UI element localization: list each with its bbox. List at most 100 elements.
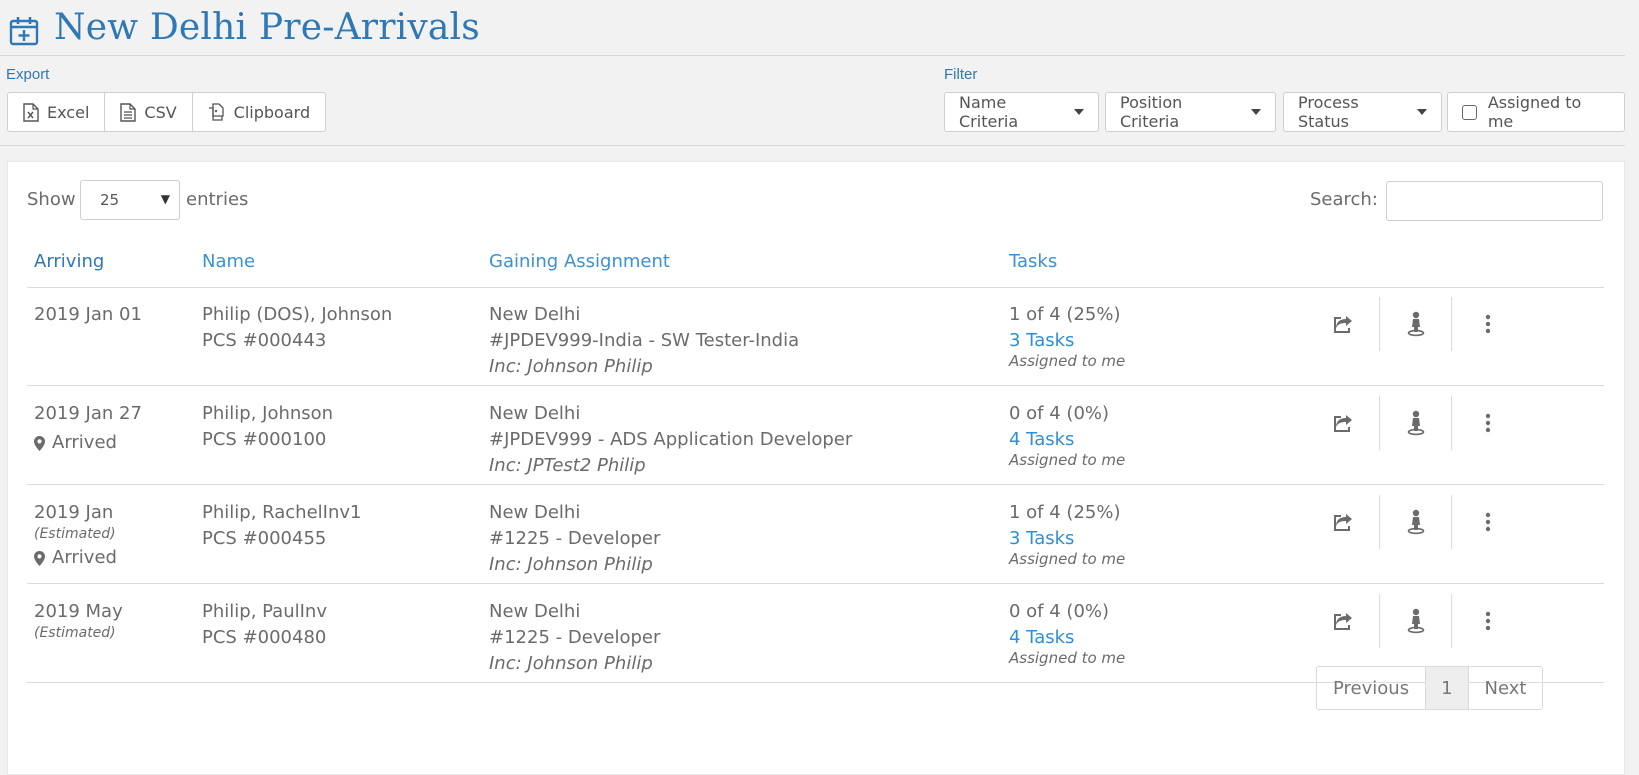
search-label: Search: (1310, 189, 1378, 210)
task-progress: 1 of 4 (25%) (1009, 304, 1121, 325)
name-cell: Philip, Johnson PCS #000100 (202, 401, 333, 453)
incumbent: Inc: Johnson Philip (489, 653, 653, 674)
csv-file-icon (120, 102, 137, 122)
more-vertical-icon[interactable] (1451, 297, 1523, 351)
search-input[interactable] (1386, 181, 1603, 221)
tasks-link[interactable]: 4 Tasks (1009, 625, 1125, 651)
position: #JPDEV999 - ADS Application Developer (489, 429, 853, 450)
caret-down-icon (1074, 109, 1084, 115)
column-header-gaining-assignment[interactable]: Gaining Assignment (489, 251, 670, 272)
pcs-number: PCS #000455 (202, 528, 327, 549)
column-header-name[interactable]: Name (202, 251, 255, 272)
tasks-link[interactable]: 4 Tasks (1009, 427, 1125, 453)
row-actions (1307, 495, 1523, 549)
page-length-select[interactable]: 25 ▼ (80, 180, 180, 220)
assigned-checkbox[interactable] (1462, 104, 1477, 120)
row-actions (1307, 594, 1523, 648)
person-marker-icon[interactable] (1379, 297, 1451, 351)
person-marker-icon[interactable] (1379, 396, 1451, 450)
share-icon[interactable] (1307, 297, 1379, 351)
csv-button[interactable]: CSV (105, 93, 193, 131)
export-button-group: Excel CSV Clipboard (7, 92, 327, 132)
more-vertical-icon[interactable] (1451, 495, 1523, 549)
tasks-cell: 0 of 4 (0%) 4 Tasks Assigned to me (1009, 599, 1126, 667)
position-criteria-label: Position Criteria (1120, 93, 1183, 131)
select-arrow-icon: ▼ (160, 192, 170, 206)
arrived-label: Arrived (52, 432, 117, 453)
gaining-assignment-cell: New Delhi #JPDEV999-India - SW Tester-In… (489, 302, 799, 380)
task-progress: 1 of 4 (25%) (1009, 502, 1121, 523)
process-status-dropdown[interactable]: Process Status (1283, 92, 1442, 132)
csv-label: CSV (144, 102, 177, 122)
map-pin-icon (34, 435, 45, 451)
assigned-note: Assigned to me (1009, 649, 1126, 667)
row-actions (1307, 297, 1523, 351)
process-status-label: Process Status (1298, 93, 1359, 131)
next-page-button[interactable]: Next (1469, 667, 1543, 709)
map-pin-icon (34, 550, 45, 566)
share-icon[interactable] (1307, 495, 1379, 549)
name-cell: Philip (DOS), Johnson PCS #000443 (202, 302, 392, 354)
more-vertical-icon[interactable] (1451, 396, 1523, 450)
person-marker-icon[interactable] (1379, 594, 1451, 648)
table-row: 2019 Jan 01 Philip (DOS), Johnson PCS #0… (27, 287, 1604, 386)
name-criteria-dropdown[interactable]: Name Criteria (944, 92, 1099, 132)
excel-file-icon (23, 102, 39, 122)
arriving-cell: 2019 Jan (Estimated) Arrived (34, 500, 117, 571)
excel-button[interactable]: Excel (8, 93, 106, 131)
arriving-date: 2019 Jan 01 (34, 304, 142, 325)
person-marker-icon[interactable] (1379, 495, 1451, 549)
gaining-assignment-cell: New Delhi #1225 - Developer Inc: Johnson… (489, 500, 660, 578)
arriving-cell: 2019 Jan 27 Arrived (34, 401, 142, 456)
arrived-status: Arrived (34, 545, 117, 571)
arriving-date: 2019 Jan (34, 502, 114, 523)
arriving-cell: 2019 Jan 01 (34, 302, 142, 328)
clipboard-icon (208, 103, 226, 121)
caret-down-icon (1251, 109, 1261, 115)
task-progress: 0 of 4 (0%) (1009, 403, 1110, 424)
arriving-date: 2019 May (34, 601, 123, 622)
tasks-link[interactable]: 3 Tasks (1009, 526, 1125, 552)
arrived-label: Arrived (52, 547, 117, 568)
assigned-note: Assigned to me (1009, 352, 1126, 370)
page-header: New Delhi Pre-Arrivals (0, 0, 1625, 56)
filter-label: Filter (944, 66, 978, 83)
excel-label: Excel (47, 102, 90, 122)
previous-page-button[interactable]: Previous (1317, 667, 1427, 709)
column-header-arriving[interactable]: Arriving (34, 251, 104, 272)
more-vertical-icon[interactable] (1451, 594, 1523, 648)
location: New Delhi (489, 403, 581, 424)
page-length-value: 25 (100, 191, 120, 209)
tasks-link[interactable]: 3 Tasks (1009, 328, 1125, 354)
gaining-assignment-cell: New Delhi #1225 - Developer Inc: Johnson… (489, 599, 660, 677)
arrived-status: Arrived (34, 430, 142, 456)
export-label: Export (6, 66, 50, 83)
assigned-note: Assigned to me (1009, 550, 1126, 568)
incumbent: Inc: Johnson Philip (489, 554, 653, 575)
position: #1225 - Developer (489, 627, 661, 648)
estimated-note: (Estimated) (34, 526, 116, 542)
show-label: Show (27, 189, 76, 210)
assigned-to-me-toggle[interactable]: Assigned to me (1447, 92, 1625, 132)
share-icon[interactable] (1307, 594, 1379, 648)
column-header-tasks[interactable]: Tasks (1009, 251, 1057, 272)
location: New Delhi (489, 502, 581, 523)
person-name: Philip, RachelInv1 (202, 502, 362, 523)
table-row: 2019 Jan 27 Arrived Philip, Johnson PCS … (27, 386, 1604, 485)
position: #1225 - Developer (489, 528, 661, 549)
page-1-button[interactable]: 1 (1426, 667, 1469, 709)
pcs-number: PCS #000480 (202, 627, 327, 648)
incumbent: Inc: Johnson Philip (489, 356, 653, 377)
incumbent: Inc: JPTest2 Philip (489, 455, 646, 476)
clipboard-button[interactable]: Clipboard (193, 93, 325, 131)
gaining-assignment-cell: New Delhi #JPDEV999 - ADS Application De… (489, 401, 852, 479)
position-criteria-dropdown[interactable]: Position Criteria (1105, 92, 1276, 132)
share-icon[interactable] (1307, 396, 1379, 450)
pcs-number: PCS #000443 (202, 330, 327, 351)
table-panel: Show 25 ▼ entries Search: Arriving Name … (7, 161, 1625, 775)
person-name: Philip (DOS), Johnson (202, 304, 393, 325)
task-progress: 0 of 4 (0%) (1009, 601, 1110, 622)
table-row: 2019 Jan (Estimated) Arrived Philip, Rac… (27, 485, 1604, 584)
caret-down-icon (1417, 109, 1427, 115)
assigned-note: Assigned to me (1009, 451, 1126, 469)
